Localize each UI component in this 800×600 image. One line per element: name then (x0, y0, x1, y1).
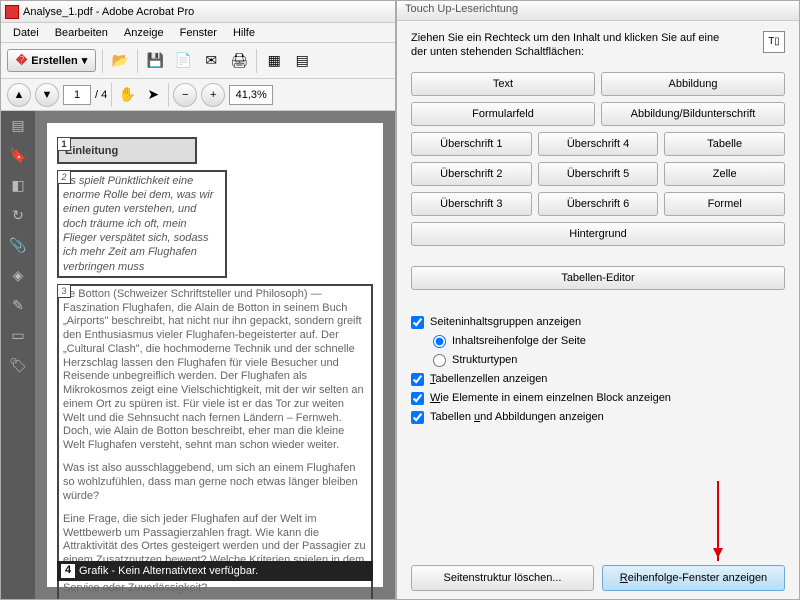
page-down-button[interactable]: ▼ (35, 83, 59, 107)
body-text-1: de Botton (Schweizer Schriftsteller und … (63, 288, 364, 451)
panel-title: Touch Up-Leserichtung (397, 1, 799, 21)
figure-alt-bar[interactable]: 4 Grafik - Kein Alternativtext verfügbar… (57, 561, 373, 581)
h2-button[interactable]: Überschrift 2 (411, 162, 532, 186)
separator (168, 83, 169, 107)
layers-icon[interactable]: ◈ (8, 267, 28, 287)
sidebar: ▤ 🔖 ◧ ↻ 📎 ◈ ✎ ▭ 🏷 (1, 111, 35, 599)
separator (137, 49, 138, 73)
attach-icon[interactable]: 📎 (8, 237, 28, 257)
bookmarks-icon[interactable]: 🔖 (8, 147, 28, 167)
zelle-button[interactable]: Zelle (664, 162, 785, 186)
doc2-icon[interactable]: ▤ (291, 50, 313, 72)
separator (111, 83, 112, 107)
page-up-button[interactable]: ▲ (7, 83, 31, 107)
tabab-checkbox[interactable] (411, 411, 424, 424)
body-text-2: Was ist also ausschlaggebend, um sich an… (63, 462, 358, 502)
acrobat-window: Analyse_1.pdf - Adobe Acrobat Pro Datei … (0, 0, 396, 600)
toolbar-nav: ▲ ▼ / 4 ✋ ➤ − + (1, 79, 395, 111)
h1-button[interactable]: Überschrift 1 (411, 132, 532, 156)
gruppen-label: Seiteninhaltsgruppen anzeigen (430, 316, 581, 328)
select-tool-icon[interactable]: ➤ (142, 84, 164, 106)
menu-datei[interactable]: Datei (5, 25, 47, 41)
hintergrund-button[interactable]: Hintergrund (411, 222, 785, 246)
body-text-3: Eine Frage, die sich jeder Flughafen auf… (63, 513, 366, 594)
order-window-button[interactable]: Reihenfolge-Fenster anzeigen (602, 565, 785, 591)
h6-button[interactable]: Überschrift 6 (538, 192, 659, 216)
figure-alt-text: Grafik - Kein Alternativtext verfügbar. (79, 565, 258, 577)
menu-fenster[interactable]: Fenster (172, 25, 225, 41)
instruction-text: Ziehen Sie ein Rechteck um den Inhalt un… (411, 31, 731, 60)
tabellenzellen-checkbox[interactable] (411, 373, 424, 386)
tag-heading[interactable]: 1Einleitung (57, 137, 197, 164)
abbildung-caption-button[interactable]: Abbildung/Bildunterschrift (601, 102, 785, 126)
heading-text: Einleitung (65, 145, 118, 157)
panel-body: Ziehen Sie ein Rechteck um den Inhalt un… (397, 21, 799, 440)
touchup-panel: Touch Up-Leserichtung Ziehen Sie ein Rec… (396, 0, 800, 600)
text-button[interactable]: Text (411, 72, 595, 96)
clear-structure-button[interactable]: Seitenstruktur löschen... (411, 565, 594, 591)
tag2-icon[interactable]: 🏷 (8, 357, 28, 377)
panel-instruction: Ziehen Sie ein Rechteck um den Inhalt un… (411, 31, 785, 60)
gruppen-checkbox[interactable] (411, 316, 424, 329)
page-input[interactable] (63, 85, 91, 105)
h4-button[interactable]: Überschrift 4 (538, 132, 659, 156)
pdf-page: 1Einleitung 2Es spielt Pünktlichkeit ein… (47, 123, 383, 587)
figure-tag-num: 4 (61, 564, 75, 578)
sign-icon[interactable]: ✎ (8, 297, 28, 317)
mail-icon[interactable]: ✉ (200, 50, 222, 72)
menu-hilfe[interactable]: Hilfe (225, 25, 263, 41)
titlebar: Analyse_1.pdf - Adobe Acrobat Pro (1, 1, 395, 23)
reihenfolge-label: Inhaltsreihenfolge der Seite (452, 335, 586, 347)
panel-footer: Seitenstruktur löschen... Reihenfolge-Fe… (411, 565, 785, 591)
tabellenzellen-label: Tabellenzellen anzeigen (430, 373, 547, 385)
h3-button[interactable]: Überschrift 3 (411, 192, 532, 216)
content-area: ▤ 🔖 ◧ ↻ 📎 ◈ ✎ ▭ 🏷 1Einleitung 2Es spielt… (1, 111, 395, 599)
menubar: Datei Bearbeiten Anzeige Fenster Hilfe (1, 23, 395, 43)
reihenfolge-radio[interactable] (433, 335, 446, 348)
zoom-input[interactable] (229, 85, 273, 105)
struktur-label: Strukturtypen (452, 354, 517, 366)
abbildung-button[interactable]: Abbildung (601, 72, 785, 96)
struktur-radio[interactable] (433, 354, 446, 367)
clear-label: Seitenstruktur löschen... (443, 572, 561, 584)
annotation-arrow (717, 481, 719, 561)
tabellen-editor-button[interactable]: Tabellen-Editor (411, 266, 785, 290)
tabab-label: Tabellen und Abbildungen anzeigen (430, 411, 604, 423)
formel-button[interactable]: Formel (664, 192, 785, 216)
h5-button[interactable]: Überschrift 5 (538, 162, 659, 186)
order-icon[interactable]: ↻ (8, 207, 28, 227)
order-label: Reihenfolge-Fenster anzeigen (620, 572, 767, 584)
tag-quote[interactable]: 2Es spielt Pünktlichkeit eine enorme Rol… (57, 170, 227, 278)
content-icon[interactable]: ▭ (8, 327, 28, 347)
create-label: Erstellen (31, 55, 77, 67)
touchup-tool-icon[interactable]: T▯ (763, 31, 785, 53)
page-total: / 4 (95, 89, 107, 101)
zoom-in-button[interactable]: + (201, 83, 225, 107)
quote-text: Es spielt Pünktlichkeit eine enorme Roll… (63, 175, 213, 273)
block-label: Wie Elemente in einem einzelnen Block an… (430, 392, 671, 404)
menu-anzeige[interactable]: Anzeige (116, 25, 172, 41)
tags-icon[interactable]: ◧ (8, 177, 28, 197)
tabelle-button[interactable]: Tabelle (664, 132, 785, 156)
document-viewport[interactable]: 1Einleitung 2Es spielt Pünktlichkeit ein… (35, 111, 395, 599)
formularfeld-button[interactable]: Formularfeld (411, 102, 595, 126)
create-button[interactable]: �͏Erstellen▾ (7, 49, 96, 72)
export-icon[interactable]: 📄 (172, 50, 194, 72)
menu-bearbeiten[interactable]: Bearbeiten (47, 25, 116, 41)
block-checkbox[interactable] (411, 392, 424, 405)
tag-body[interactable]: 3 de Botton (Schweizer Schriftsteller un… (57, 284, 373, 599)
separator (102, 49, 103, 73)
hand-tool-icon[interactable]: ✋ (116, 84, 138, 106)
toolbar-main: �͏Erstellen▾ 📂 💾 📄 ✉ 🖨 ▦ ▤ (1, 43, 395, 79)
save-icon[interactable]: 💾 (144, 50, 166, 72)
separator (256, 49, 257, 73)
print-icon[interactable]: 🖨 (228, 50, 250, 72)
app-icon (5, 5, 19, 19)
open-icon[interactable]: 📂 (109, 50, 131, 72)
zoom-out-button[interactable]: − (173, 83, 197, 107)
doc1-icon[interactable]: ▦ (263, 50, 285, 72)
window-title: Analyse_1.pdf - Adobe Acrobat Pro (23, 6, 194, 18)
thumbnails-icon[interactable]: ▤ (8, 117, 28, 137)
